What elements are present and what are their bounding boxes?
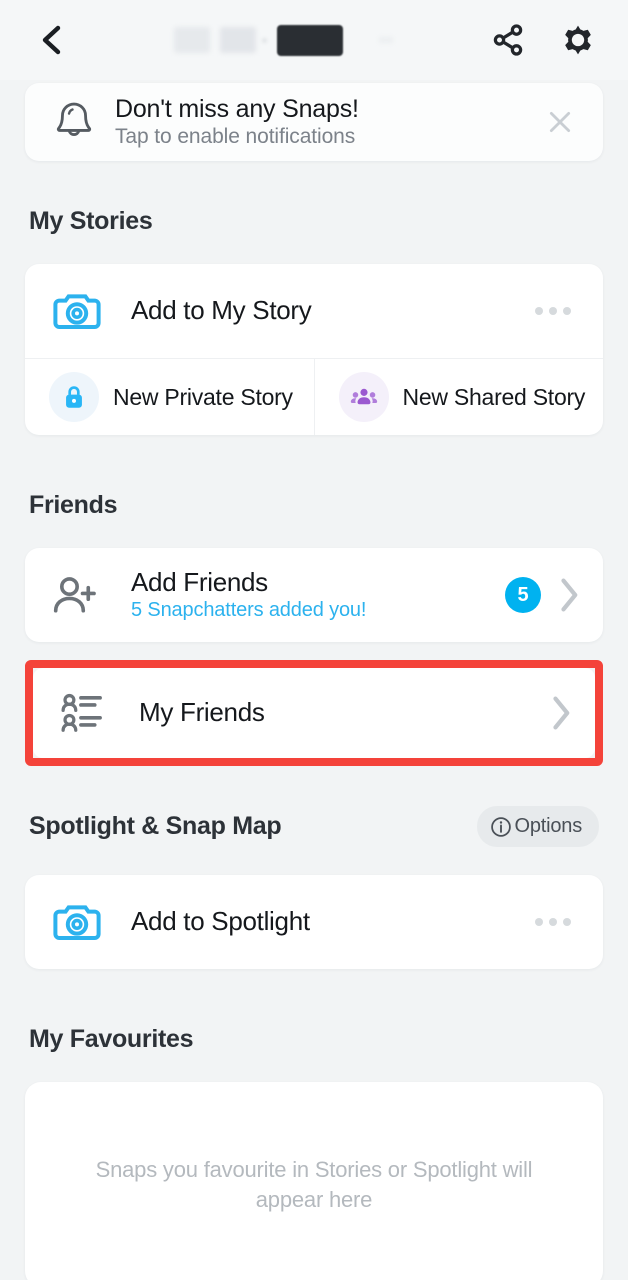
new-shared-story-label: New Shared Story — [402, 383, 586, 410]
notification-banner[interactable]: Don't miss any Snaps! Tap to enable noti… — [25, 83, 603, 161]
row-actions — [551, 696, 573, 730]
story-type-split: New Private Story New Shared Story — [25, 358, 603, 435]
my-stories-card: Add to My Story New Private Story New Sh… — [25, 264, 603, 435]
add-friends-subtitle: 5 Snapchatters added you! — [131, 599, 367, 622]
page-title-redacted — [74, 24, 486, 56]
favourites-empty-text: Snaps you favourite in Stories or Spotli… — [95, 1157, 533, 1212]
row-actions: 5 — [505, 577, 581, 613]
share-icon — [493, 24, 523, 56]
spotlight-options-button[interactable]: Options — [477, 806, 599, 847]
redaction-block — [219, 27, 256, 53]
camera-icon — [51, 898, 117, 946]
more-options-icon[interactable] — [535, 918, 581, 926]
new-private-story-label: New Private Story — [113, 383, 293, 410]
close-icon — [549, 111, 571, 133]
add-friends-badge: 5 — [505, 577, 541, 613]
notification-title: Don't miss any Snaps! — [115, 94, 359, 123]
add-friends-card: Add Friends 5 Snapchatters added you! 5 — [25, 548, 603, 642]
camera-icon — [51, 287, 117, 335]
section-header-friends: Friends — [25, 491, 603, 520]
add-to-my-story-row[interactable]: Add to My Story — [25, 264, 603, 358]
notification-text: Don't miss any Snaps! Tap to enable noti… — [101, 95, 537, 150]
my-friends-highlight-box: My Friends — [25, 660, 603, 766]
chevron-right-icon — [561, 578, 578, 612]
redaction-dot — [261, 37, 267, 43]
notification-subtitle: Tap to enable notifications — [115, 125, 356, 149]
row-label: Add to My Story — [131, 295, 312, 326]
section-header-spotlight: Spotlight & Snap Map Options — [25, 806, 603, 847]
section-title: Spotlight & Snap Map — [29, 812, 282, 840]
info-icon — [491, 816, 512, 837]
gear-icon — [565, 25, 591, 55]
row-actions — [535, 307, 581, 315]
row-text: Add Friends 5 Snapchatters added you! — [117, 566, 505, 623]
section-title: Friends — [29, 491, 118, 519]
header-actions — [486, 18, 600, 62]
add-friends-row[interactable]: Add Friends 5 Snapchatters added you! 5 — [25, 548, 603, 642]
settings-button[interactable] — [556, 18, 600, 62]
more-options-icon[interactable] — [535, 307, 581, 315]
add-friends-label: Add Friends — [131, 566, 268, 597]
spotlight-card: Add to Spotlight — [25, 875, 603, 969]
my-friends-row[interactable]: My Friends — [33, 668, 595, 758]
my-friends-card: My Friends — [33, 668, 595, 758]
row-text: My Friends — [125, 697, 551, 728]
favourites-empty-card: Snaps you favourite in Stories or Spotli… — [25, 1082, 603, 1280]
group-icon — [338, 372, 389, 422]
new-shared-story-button[interactable]: New Shared Story — [313, 359, 604, 435]
app-screen: Don't miss any Snaps! Tap to enable noti… — [0, 0, 628, 1280]
new-private-story-button[interactable]: New Private Story — [25, 359, 314, 435]
redaction-block — [378, 37, 393, 43]
add-to-spotlight-row[interactable]: Add to Spotlight — [25, 875, 603, 969]
lock-icon — [49, 372, 99, 422]
person-add-icon — [51, 572, 117, 618]
redaction-block-dark — [276, 24, 343, 56]
section-header-favourites: My Favourites — [25, 1025, 603, 1054]
scroll-content[interactable]: Don't miss any Snaps! Tap to enable noti… — [0, 83, 628, 1280]
row-text: Add to My Story — [117, 295, 535, 326]
chevron-right-icon — [553, 696, 570, 730]
share-button[interactable] — [486, 18, 530, 62]
bell-icon — [47, 98, 101, 146]
section-title: My Favourites — [29, 1025, 194, 1053]
section-title: My Stories — [29, 207, 153, 235]
friends-list-icon — [59, 690, 125, 736]
add-to-spotlight-label: Add to Spotlight — [131, 906, 310, 937]
chevron-left-icon — [42, 25, 61, 55]
options-label: Options — [514, 815, 582, 837]
redaction-block — [173, 27, 210, 53]
row-text: Add to Spotlight — [117, 906, 535, 937]
section-header-my-stories: My Stories — [25, 207, 603, 236]
my-friends-label: My Friends — [139, 697, 265, 728]
app-header — [0, 0, 628, 80]
notification-close-button[interactable] — [537, 99, 583, 145]
back-button[interactable] — [28, 17, 74, 63]
row-actions — [535, 918, 581, 926]
